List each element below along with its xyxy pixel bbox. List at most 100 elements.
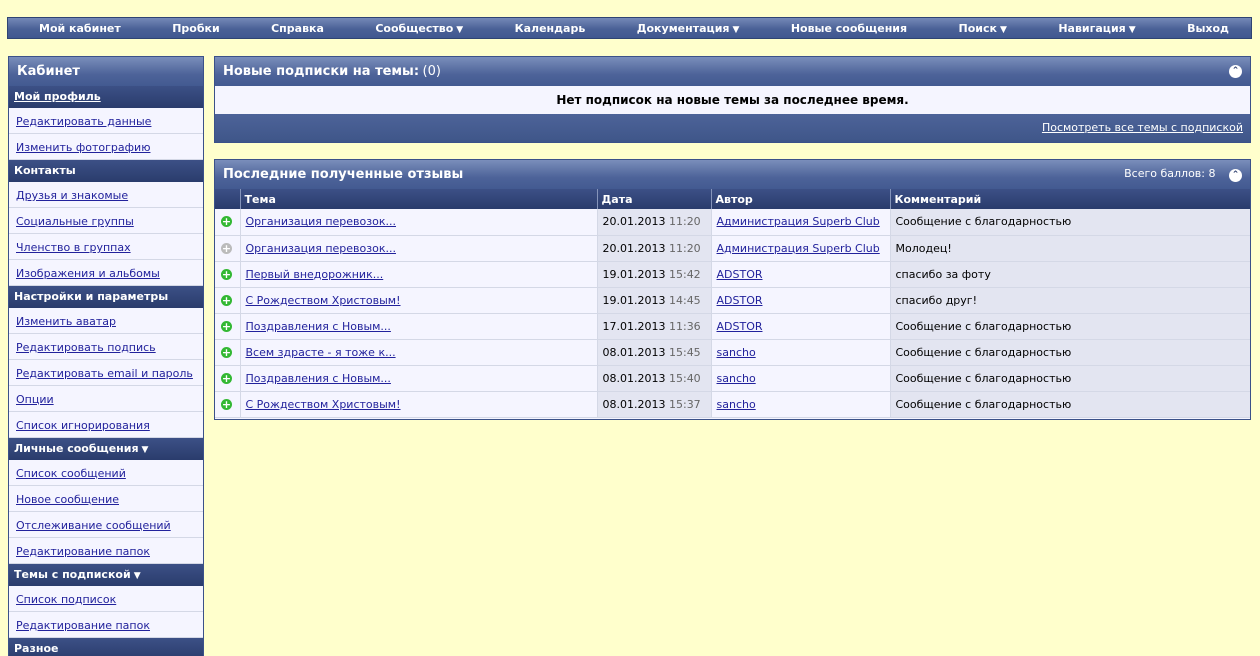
topic-link[interactable]: С Рождеством Христовым!	[246, 398, 401, 411]
nav-item[interactable]: Выход	[1187, 22, 1229, 35]
nav-item[interactable]: Сообщество ▼	[375, 22, 463, 35]
author-link[interactable]: ADSTOR	[717, 268, 763, 281]
sidebar-section-header[interactable]: Настройки и параметры	[9, 286, 203, 308]
topic-link[interactable]: Поздравления с Новым...	[246, 372, 391, 385]
sidebar-item-link[interactable]: Редактирование папок	[16, 545, 150, 558]
author-link[interactable]: sancho	[717, 398, 756, 411]
sidebar-section-header[interactable]: Личные сообщения ▼	[9, 438, 203, 460]
sidebar-item-link[interactable]: Отслеживание сообщений	[16, 519, 171, 532]
reputation-cell: +	[215, 339, 241, 366]
comment-cell: спасибо за фоту	[890, 261, 1250, 288]
time-text: 11:36	[668, 319, 701, 333]
author-link[interactable]: sancho	[717, 372, 756, 385]
nav-item-label: Выход	[1187, 21, 1229, 35]
comment-cell: Сообщение с благодарностью	[890, 339, 1250, 366]
collapse-up-icon[interactable]: ⌃	[1229, 65, 1242, 78]
sidebar-item-link[interactable]: Список игнорирования	[16, 419, 150, 432]
comment-cell: спасибо друг!	[890, 287, 1250, 314]
sidebar-section-label: Разное	[14, 642, 59, 655]
topic-link[interactable]: С Рождеством Христовым!	[246, 294, 401, 307]
sidebar-item-link[interactable]: Членство в группах	[16, 241, 131, 254]
topic-link[interactable]: Организация перевозок...	[246, 242, 396, 255]
sidebar-active-item[interactable]: Мой профиль	[9, 86, 203, 108]
topic-link[interactable]: Всем здрасте - я тоже к...	[246, 346, 396, 359]
topic-link[interactable]: Поздравления с Новым...	[246, 320, 391, 333]
collapse-up-icon[interactable]: ⌃	[1229, 169, 1242, 182]
author-link[interactable]: Администрация Superb Club	[717, 242, 880, 255]
sidebar-item: Редактировать данные	[9, 108, 203, 134]
reputation-cell: +	[215, 365, 241, 392]
sidebar-item-link[interactable]: Изображения и альбомы	[16, 267, 160, 280]
feedback-header-comment: Комментарий	[890, 189, 1250, 209]
reputation-cell: +	[215, 287, 241, 314]
sidebar-item-link[interactable]: Редактирование папок	[16, 619, 150, 632]
reputation-cell: +	[215, 261, 241, 288]
nav-item[interactable]: Календарь	[515, 22, 586, 35]
feedback-header-date: Дата	[597, 189, 712, 209]
nav-item[interactable]: Справка	[271, 22, 324, 35]
topic-cell: Первый внедорожник...	[240, 261, 598, 288]
time-text: 11:20	[668, 215, 701, 229]
sidebar-item: Список сообщений	[9, 460, 203, 486]
sidebar-section-header[interactable]: Контакты	[9, 160, 203, 182]
date-cell: 20.01.2013 11:20	[597, 209, 712, 236]
author-cell: sancho	[711, 339, 891, 366]
author-link[interactable]: sancho	[717, 346, 756, 359]
time-text: 11:20	[668, 241, 701, 255]
dropdown-triangle-icon: ▼	[141, 445, 149, 455]
time-text: 15:37	[668, 397, 701, 411]
view-all-subscriptions-link[interactable]: Посмотреть все темы с подпиской	[1042, 121, 1243, 134]
sidebar-item-link[interactable]: Друзья и знакомые	[16, 189, 128, 202]
nav-item[interactable]: Документация ▼	[637, 22, 740, 35]
dropdown-triangle-icon: ▼	[732, 24, 740, 35]
reputation-cell: +	[215, 313, 241, 340]
nav-item[interactable]: Поиск ▼	[959, 22, 1007, 35]
sidebar-item: Друзья и знакомые	[9, 182, 203, 208]
topic-link[interactable]: Организация перевозок...	[246, 215, 396, 228]
nav-item[interactable]: Навигация ▼	[1058, 22, 1135, 35]
sidebar-item: Редактирование папок	[9, 612, 203, 638]
nav-item[interactable]: Новые сообщения	[791, 22, 907, 35]
reputation-plus-icon: +	[221, 371, 232, 385]
nav-item[interactable]: Пробки	[172, 22, 220, 35]
sidebar-item: Членство в группах	[9, 234, 203, 260]
date-text: 20.01.2013	[602, 215, 666, 229]
sidebar-item-link[interactable]: Новое сообщение	[16, 493, 119, 506]
sidebar-item-link[interactable]: Редактировать email и пароль	[16, 367, 193, 380]
sidebar-item-link[interactable]: Социальные группы	[16, 215, 134, 228]
sidebar-item-link[interactable]: Редактировать данные	[16, 115, 151, 128]
sidebar-item-link[interactable]: Редактировать подпись	[16, 341, 156, 354]
sidebar-item-link[interactable]: Изменить аватар	[16, 315, 116, 328]
sidebar-item-link[interactable]: Изменить фотографию	[16, 141, 150, 154]
feedback-total-score: Всего баллов: 8	[1124, 167, 1216, 180]
sidebar-section-header[interactable]: Темы с подпиской ▼	[9, 564, 203, 586]
subscriptions-panel: Новые подписки на темы: (0) ⌃ Нет подпис…	[214, 56, 1251, 143]
sidebar-item-link[interactable]: Список подписок	[16, 593, 116, 606]
sidebar-item-link[interactable]: Опции	[16, 393, 54, 406]
sidebar-item: Редактировать email и пароль	[9, 360, 203, 386]
nav-item-label: Поиск	[958, 21, 997, 35]
sidebar-sections: Редактировать данные Изменить фотографию К…	[9, 108, 203, 656]
author-cell: ADSTOR	[711, 287, 891, 314]
my-profile-link[interactable]: Мой профиль	[14, 90, 101, 103]
date-text: 08.01.2013	[602, 345, 666, 359]
author-cell: Администрация Superb Club	[711, 235, 891, 262]
sidebar-item: Список подписок	[9, 586, 203, 612]
topic-link[interactable]: Первый внедорожник...	[246, 268, 384, 281]
sidebar-section-label: Настройки и параметры	[14, 290, 169, 303]
author-link[interactable]: Администрация Superb Club	[717, 215, 880, 228]
sidebar-item-link[interactable]: Список сообщений	[16, 467, 126, 480]
date-text: 08.01.2013	[602, 371, 666, 385]
table-row: + Организация перевозок... 20.01.2013 11:2…	[215, 235, 1250, 262]
author-link[interactable]: ADSTOR	[717, 294, 763, 307]
sidebar-section-header[interactable]: Разное	[9, 638, 203, 656]
time-text: 15:42	[668, 267, 701, 281]
topic-cell: С Рождеством Христовым!	[240, 287, 598, 314]
author-cell: Администрация Superb Club	[711, 209, 891, 236]
topic-cell: Всем здрасте - я тоже к...	[240, 339, 598, 366]
author-link[interactable]: ADSTOR	[717, 320, 763, 333]
topic-cell: Поздравления с Новым...	[240, 313, 598, 340]
subscriptions-footer: Посмотреть все темы с подпиской	[215, 114, 1250, 142]
table-row: + Поздравления с Новым... 17.01.2013 11:36…	[215, 313, 1250, 340]
nav-item[interactable]: Мой кабинет	[39, 22, 121, 35]
